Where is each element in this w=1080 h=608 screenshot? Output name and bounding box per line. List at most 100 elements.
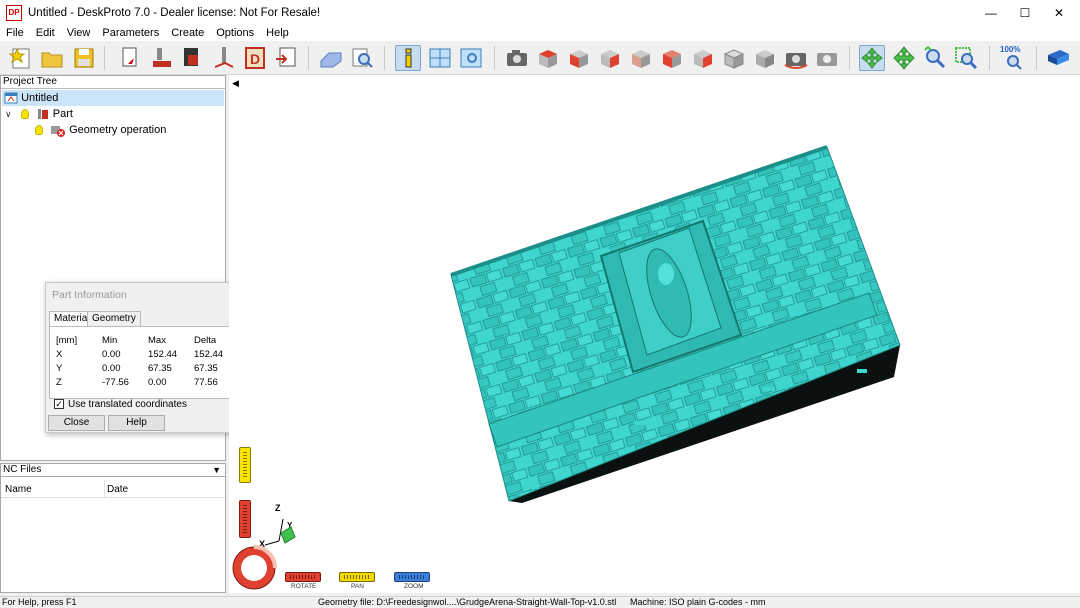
close-button[interactable]: Close <box>48 415 105 431</box>
cube-left-icon <box>663 50 681 68</box>
help-book-button[interactable] <box>1045 45 1071 71</box>
pan-mode-button[interactable] <box>891 45 917 71</box>
3d-viewport[interactable]: ◀ Z X Y ROTATE PAN ZOOM <box>229 75 1080 593</box>
view-top-button[interactable] <box>535 45 561 71</box>
table-header: Min <box>102 335 118 346</box>
tree-item-geometry-operation[interactable]: Geometry operation <box>35 122 166 138</box>
drawing-button[interactable]: D <box>242 45 268 71</box>
table-header: Max <box>148 335 166 346</box>
lightbulb-icon[interactable] <box>20 109 29 120</box>
camera-view-button[interactable] <box>504 45 530 71</box>
nc-files-header[interactable]: NC Files ▼ <box>1 464 225 477</box>
operation-button[interactable] <box>180 45 206 71</box>
nc-files-title: NC Files <box>3 464 42 475</box>
table-cell: Y <box>56 363 63 374</box>
project-tree-panel: Project Tree Untitled ∨ Part Geometry op… <box>0 75 246 461</box>
export-button[interactable] <box>273 45 299 71</box>
info-button[interactable] <box>395 45 421 71</box>
rotate-bar-label: ROTATE <box>291 583 317 590</box>
pan-arrows-icon <box>893 46 915 70</box>
part-tool-icon <box>153 48 171 67</box>
menu-create[interactable]: Create <box>165 27 210 39</box>
cutter-button[interactable] <box>211 45 237 71</box>
close-window-button[interactable]: ✕ <box>1036 0 1080 25</box>
help-book-icon <box>1048 50 1069 65</box>
close-icon: ✕ <box>1053 5 1065 20</box>
pan-bar-label: PAN <box>351 583 364 590</box>
tree-item-project-label: Untitled <box>21 92 59 104</box>
status-machine: Machine: ISO plain G-codes - mm <box>630 597 766 607</box>
preview-button[interactable] <box>349 45 375 71</box>
column-header-date[interactable]: Date <box>107 484 128 495</box>
zoom-bar[interactable] <box>394 572 430 582</box>
menu-options[interactable]: Options <box>210 27 260 39</box>
svg-text:D: D <box>250 51 260 67</box>
table-cell: 0.00 <box>148 377 167 388</box>
table-header: Delta <box>194 335 217 346</box>
cube-bottom-icon <box>694 50 712 68</box>
lightbulb-icon[interactable] <box>35 125 43 136</box>
project-icon <box>4 92 18 104</box>
create-nc-button[interactable] <box>117 45 143 71</box>
info-icon <box>405 48 412 68</box>
camera-red-button[interactable] <box>783 45 809 71</box>
view-right-button[interactable] <box>597 45 623 71</box>
rotate-mode-button[interactable] <box>859 45 885 71</box>
tree-item-project[interactable]: Untitled <box>2 90 224 106</box>
save-button[interactable] <box>71 45 97 71</box>
view-bottom-button[interactable] <box>690 45 716 71</box>
cube-back-icon <box>632 50 650 68</box>
checkbox-label: Use translated coordinates <box>68 399 187 410</box>
view-window-button[interactable] <box>458 45 484 71</box>
zoom-mode-button[interactable] <box>922 45 948 71</box>
translated-coordinates-checkbox[interactable]: ✓ <box>54 399 64 409</box>
menu-view[interactable]: View <box>61 27 97 39</box>
rotate-bar[interactable] <box>285 572 321 582</box>
view-front-button[interactable] <box>566 45 592 71</box>
window-title: Untitled - DeskProto 7.0 - Dealer licens… <box>28 6 321 19</box>
window-layout-button[interactable] <box>427 45 453 71</box>
zoom-100-button[interactable]: 100% <box>999 45 1029 71</box>
operation-icon <box>184 48 198 66</box>
view-iso-button[interactable] <box>721 45 747 71</box>
table-cell: 67.35 <box>194 363 218 374</box>
operation-error-icon <box>51 126 66 138</box>
rotate-dial[interactable] <box>231 545 277 591</box>
dropdown-icon[interactable]: ▼ <box>212 464 221 476</box>
camera-grey-button[interactable] <box>814 45 840 71</box>
part-button[interactable] <box>149 45 175 71</box>
menu-file[interactable]: File <box>0 27 30 39</box>
status-bar: For Help, press F1 Geometry file: D:\Fre… <box>0 596 1080 607</box>
new-project-button[interactable] <box>8 45 34 71</box>
collapse-chevron-icon[interactable]: ∨ <box>5 109 12 119</box>
nc-files-column-headers: Name Date <box>1 480 225 498</box>
pan-bar[interactable] <box>339 572 375 582</box>
tree-item-part[interactable]: ∨ Part <box>5 106 73 122</box>
maximize-icon: ☐ <box>1019 5 1031 20</box>
view-left-button[interactable] <box>659 45 685 71</box>
minimize-icon: — <box>985 5 997 20</box>
table-cell: -77.56 <box>102 377 129 388</box>
table-cell: 152.44 <box>194 349 224 360</box>
zoom-window-button[interactable] <box>953 45 979 71</box>
open-button[interactable] <box>39 45 65 71</box>
tab-geometry[interactable]: Geometry <box>87 311 141 326</box>
folder-icon <box>41 52 63 68</box>
magnifier-document-icon <box>352 48 373 68</box>
column-header-name[interactable]: Name <box>5 484 32 495</box>
layout-grid-icon <box>429 48 451 68</box>
table-cell: 67.35 <box>148 363 172 374</box>
dialog-title: Part Information <box>52 289 127 301</box>
view-back-button[interactable] <box>628 45 654 71</box>
zoom-depth-slider[interactable] <box>239 447 251 483</box>
menu-parameters[interactable]: Parameters <box>96 27 165 39</box>
rotate-slider[interactable] <box>239 500 251 538</box>
tree-item-geometry-operation-label: Geometry operation <box>69 124 167 136</box>
toolbar: D 100% <box>0 41 1080 75</box>
view-iso2-button[interactable] <box>752 45 778 71</box>
simulation-button[interactable] <box>318 45 344 71</box>
help-button[interactable]: Help <box>108 415 165 431</box>
menu-edit[interactable]: Edit <box>30 27 61 39</box>
project-tree-header: Project Tree <box>1 76 225 89</box>
menu-help[interactable]: Help <box>260 27 295 39</box>
